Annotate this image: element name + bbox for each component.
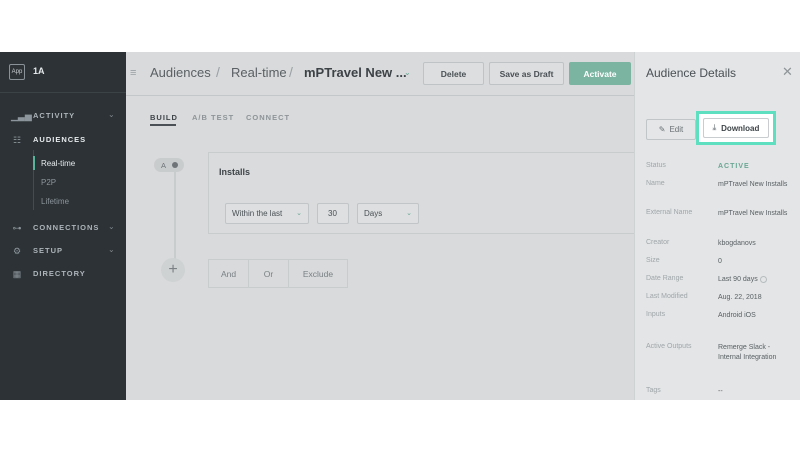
status-badge: ACTIVE xyxy=(718,163,750,170)
breadcrumb-separator: / xyxy=(216,64,220,80)
sidebar-subitem-p2p[interactable]: P2P xyxy=(33,175,56,189)
detail-value: 0 xyxy=(718,258,722,265)
info-icon[interactable] xyxy=(759,275,767,283)
and-button[interactable]: And xyxy=(209,260,249,287)
tab-underline xyxy=(150,124,176,126)
save-draft-button[interactable]: Save as Draft xyxy=(489,62,564,85)
sidebar-item-label: ACTIVITY xyxy=(33,111,76,120)
activate-button[interactable]: Activate xyxy=(569,62,631,85)
audience-details-panel: Audience Details ✕ ✎ Edit ⤓ Download Sta… xyxy=(634,52,800,400)
chevron-down-icon: ⌄ xyxy=(406,210,412,217)
app-window: App 1A ▁▃▅ ACTIVITY ⌄ ☷ AUDIENCES Real-t… xyxy=(0,52,800,400)
tab-build[interactable]: BUILD xyxy=(150,113,178,122)
download-label: Download xyxy=(721,123,760,133)
menu-icon[interactable]: ≡ xyxy=(130,67,136,79)
gear-icon: ⚙ xyxy=(12,246,22,256)
rule-card: Installs Within the last ⌄ 30 Days ⌄ xyxy=(208,152,638,234)
sidebar-subitem-lifetime[interactable]: Lifetime xyxy=(33,194,69,208)
sidebar: App 1A ▁▃▅ ACTIVITY ⌄ ☷ AUDIENCES Real-t… xyxy=(0,52,126,400)
edit-button[interactable]: ✎ Edit xyxy=(646,119,696,140)
unit-value: Days xyxy=(364,209,383,218)
unit-select[interactable]: Days ⌄ xyxy=(357,203,419,224)
detail-value: Last 90 days xyxy=(718,275,798,285)
detail-value: -- xyxy=(718,388,723,395)
tab-connect[interactable]: CONNECT xyxy=(246,113,290,122)
delete-button[interactable]: Delete xyxy=(423,62,484,85)
detail-label: Creator xyxy=(646,239,670,246)
app-name[interactable]: 1A xyxy=(33,66,45,76)
top-bar: ≡ Audiences / Real-time / mPTravel New .… xyxy=(126,52,634,96)
detail-label: Last Modified xyxy=(646,293,688,300)
detail-label: Status xyxy=(646,162,666,169)
detail-value: mPTravel New Installs xyxy=(718,210,788,217)
detail-label: Inputs xyxy=(646,311,666,318)
pencil-icon: ✎ xyxy=(658,125,666,134)
sidebar-item-setup[interactable]: ⚙ SETUP ⌄ xyxy=(0,243,126,259)
sidebar-item-label: AUDIENCES xyxy=(33,135,87,144)
detail-label: Date Range xyxy=(646,275,684,282)
main-content: ≡ Audiences / Real-time / mPTravel New .… xyxy=(126,52,638,400)
sidebar-item-activity[interactable]: ▁▃▅ ACTIVITY ⌄ xyxy=(0,108,126,124)
grid-icon: ▦ xyxy=(12,269,22,279)
close-icon[interactable]: ✕ xyxy=(782,64,793,80)
sidebar-item-connections[interactable]: ⊶ CONNECTIONS ⌄ xyxy=(0,220,126,236)
chevron-down-icon[interactable]: ⌄ xyxy=(404,68,411,77)
people-icon: ☷ xyxy=(12,135,22,145)
sidebar-subitem-real-time[interactable]: Real-time xyxy=(33,156,75,170)
condition-select[interactable]: Within the last ⌄ xyxy=(225,203,309,224)
exclude-button[interactable]: Exclude xyxy=(289,260,347,287)
detail-label: Name xyxy=(646,180,665,187)
detail-value: kbogdanovs xyxy=(718,240,756,247)
detail-label: Tags xyxy=(646,387,661,394)
breadcrumb-audiences[interactable]: Audiences xyxy=(150,65,211,80)
detail-value: Aug. 22, 2018 xyxy=(718,294,762,301)
or-button[interactable]: Or xyxy=(249,260,289,287)
sidebar-item-audiences[interactable]: ☷ AUDIENCES xyxy=(0,132,126,148)
chevron-down-icon: ⌄ xyxy=(296,210,302,217)
detail-value: Android iOS xyxy=(718,312,756,319)
sidebar-divider xyxy=(0,92,126,93)
breadcrumb-separator: / xyxy=(289,64,293,80)
rule-title: Installs xyxy=(219,167,251,177)
page-title[interactable]: mPTravel New ... xyxy=(304,65,407,80)
date-range-value: Last 90 days xyxy=(718,276,758,283)
condition-value: Within the last xyxy=(232,209,283,218)
sidebar-item-label: DIRECTORY xyxy=(33,269,86,278)
amount-input[interactable]: 30 xyxy=(317,203,349,224)
connections-icon: ⊶ xyxy=(12,223,22,233)
detail-label: Size xyxy=(646,257,660,264)
group-label: A xyxy=(154,158,184,172)
chevron-down-icon: ⌄ xyxy=(108,245,115,254)
download-button[interactable]: ⤓ Download xyxy=(703,118,769,138)
download-icon: ⤓ xyxy=(712,123,717,132)
tab-ab-test[interactable]: A/B TEST xyxy=(192,113,234,122)
download-highlight: ⤓ Download xyxy=(696,111,776,145)
bar-chart-icon: ▁▃▅ xyxy=(11,111,32,121)
chevron-down-icon: ⌄ xyxy=(108,110,115,119)
detail-label: Active Outputs xyxy=(646,343,692,350)
group-dot xyxy=(172,162,178,168)
sidebar-item-label: CONNECTIONS xyxy=(33,223,100,232)
detail-value: mPTravel New Installs xyxy=(718,181,788,188)
app-logo[interactable]: App xyxy=(9,64,25,80)
breadcrumb-real-time[interactable]: Real-time xyxy=(231,65,287,80)
detail-label: External Name xyxy=(646,209,693,216)
add-rule-button[interactable]: + xyxy=(161,258,185,282)
logic-buttons: And Or Exclude xyxy=(208,259,348,288)
detail-value: Remerge Slack - Internal Integration xyxy=(718,344,777,361)
chevron-down-icon: ⌄ xyxy=(108,222,115,231)
sidebar-item-directory[interactable]: ▦ DIRECTORY xyxy=(0,266,126,282)
panel-title: Audience Details xyxy=(646,66,737,80)
group-connector xyxy=(174,172,176,262)
edit-label: Edit xyxy=(669,125,684,134)
sidebar-item-label: SETUP xyxy=(33,246,64,255)
